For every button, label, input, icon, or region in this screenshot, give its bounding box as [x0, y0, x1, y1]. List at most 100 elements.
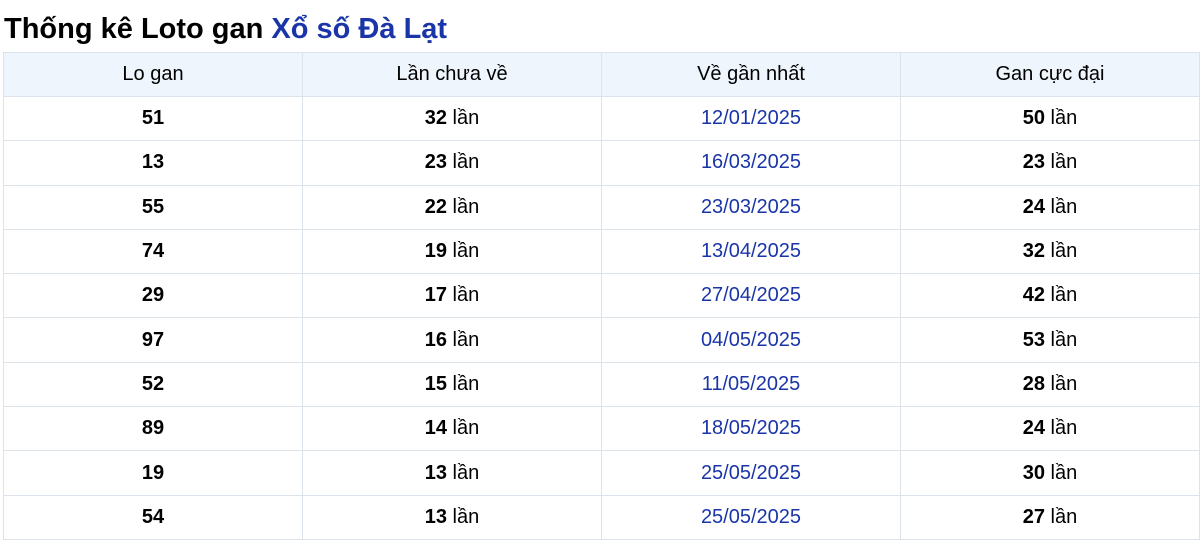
lan-chua-ve-count: 15	[424, 372, 447, 395]
unit-label: lần	[1050, 107, 1078, 130]
gan-cuc-dai-count: 50	[1022, 107, 1045, 130]
table-row: 55 22 lần 23/03/2025 24 lần	[3, 184, 1200, 230]
gan-cuc-dai-count: 27	[1022, 505, 1045, 528]
cell-lo-gan: 51	[3, 95, 303, 142]
lan-chua-ve-count: 19	[424, 240, 447, 263]
table-row: 89 14 lần 18/05/2025 24 lần	[3, 406, 1200, 452]
cell-lo-gan: 55	[3, 184, 303, 230]
cell-gan-cuc-dai: 28 lần	[900, 361, 1200, 408]
cell-lo-gan: 74	[3, 228, 303, 275]
cell-ve-gan-nhat-link[interactable]: 25/05/2025	[601, 494, 901, 540]
lan-chua-ve-count: 13	[424, 461, 447, 484]
cell-ve-gan-nhat-link[interactable]: 27/04/2025	[601, 273, 901, 319]
cell-ve-gan-nhat-link[interactable]: 18/05/2025	[601, 406, 901, 452]
table-header-row: Lo gan Lần chưa về Về gần nhất Gan cực đ…	[3, 52, 1200, 97]
cell-gan-cuc-dai: 23 lần	[900, 140, 1200, 186]
unit-label: lần	[452, 372, 480, 395]
lan-chua-ve-count: 23	[424, 151, 447, 174]
gan-cuc-dai-count: 53	[1022, 328, 1045, 351]
cell-lan-chua-ve: 13 lần	[302, 450, 602, 496]
cell-lan-chua-ve: 15 lần	[302, 361, 602, 408]
cell-ve-gan-nhat-link[interactable]: 12/01/2025	[601, 95, 901, 142]
page-title: Thống kê Loto gan Xổ số Đà Lạt	[0, 0, 1200, 52]
cell-lan-chua-ve: 16 lần	[302, 317, 602, 363]
cell-ve-gan-nhat-link[interactable]: 25/05/2025	[601, 450, 901, 496]
table-row: 52 15 lần 11/05/2025 28 lần	[3, 361, 1200, 408]
title-brand-link[interactable]: Xổ số Đà Lạt	[271, 13, 447, 45]
unit-label: lần	[452, 151, 480, 174]
cell-ve-gan-nhat-link[interactable]: 16/03/2025	[601, 140, 901, 186]
cell-ve-gan-nhat-link[interactable]: 23/03/2025	[601, 184, 901, 230]
gan-cuc-dai-count: 28	[1022, 372, 1045, 395]
cell-gan-cuc-dai: 24 lần	[900, 184, 1200, 230]
cell-lo-gan: 89	[3, 406, 303, 452]
cell-gan-cuc-dai: 53 lần	[900, 317, 1200, 363]
cell-lo-gan: 52	[3, 361, 303, 408]
title-main: Thống kê Loto gan	[4, 13, 264, 45]
table-row: 51 32 lần 12/01/2025 50 lần	[3, 95, 1200, 142]
unit-label: lần	[1050, 240, 1078, 263]
lan-chua-ve-count: 13	[424, 505, 447, 528]
unit-label: lần	[452, 240, 480, 263]
unit-label: lần	[1050, 461, 1078, 484]
cell-lo-gan: 54	[3, 494, 303, 540]
cell-lo-gan: 19	[3, 450, 303, 496]
gan-cuc-dai-count: 24	[1022, 417, 1045, 440]
unit-label: lần	[1050, 505, 1078, 528]
unit-label: lần	[452, 461, 480, 484]
unit-label: lần	[452, 417, 480, 440]
table-row: 54 13 lần 25/05/2025 27 lần	[3, 494, 1200, 540]
table-row: 74 19 lần 13/04/2025 32 lần	[3, 228, 1200, 275]
cell-gan-cuc-dai: 30 lần	[900, 450, 1200, 496]
table-row: 97 16 lần 04/05/2025 53 lần	[3, 317, 1200, 363]
cell-lo-gan: 97	[3, 317, 303, 363]
unit-label: lần	[452, 195, 480, 218]
cell-lo-gan: 13	[3, 140, 303, 186]
cell-lan-chua-ve: 17 lần	[302, 273, 602, 319]
cell-lan-chua-ve: 14 lần	[302, 406, 602, 452]
unit-label: lần	[1050, 417, 1078, 440]
lan-chua-ve-count: 14	[424, 417, 447, 440]
cell-lan-chua-ve: 13 lần	[302, 494, 602, 540]
unit-label: lần	[452, 505, 480, 528]
unit-label: lần	[452, 107, 480, 130]
unit-label: lần	[1050, 195, 1078, 218]
gan-cuc-dai-count: 24	[1022, 195, 1045, 218]
gan-cuc-dai-count: 32	[1022, 240, 1045, 263]
unit-label: lần	[1050, 372, 1078, 395]
unit-label: lần	[452, 328, 480, 351]
lan-chua-ve-count: 22	[424, 195, 447, 218]
table-row: 29 17 lần 27/04/2025 42 lần	[3, 273, 1200, 319]
table-row: 19 13 lần 25/05/2025 30 lần	[3, 450, 1200, 496]
unit-label: lần	[1050, 328, 1078, 351]
unit-label: lần	[452, 284, 480, 307]
table-row: 13 23 lần 16/03/2025 23 lần	[3, 140, 1200, 186]
cell-lan-chua-ve: 23 lần	[302, 140, 602, 186]
header-gan-cuc-dai: Gan cực đại	[900, 52, 1200, 97]
cell-gan-cuc-dai: 24 lần	[900, 406, 1200, 452]
header-lan-chua-ve: Lần chưa về	[302, 52, 602, 97]
loto-gan-table: Lo gan Lần chưa về Về gần nhất Gan cực đ…	[3, 52, 1200, 540]
lan-chua-ve-count: 17	[424, 284, 447, 307]
cell-gan-cuc-dai: 27 lần	[900, 494, 1200, 540]
cell-ve-gan-nhat-link[interactable]: 04/05/2025	[601, 317, 901, 363]
cell-gan-cuc-dai: 32 lần	[900, 228, 1200, 275]
header-ve-gan-nhat: Về gần nhất	[601, 52, 901, 97]
cell-lan-chua-ve: 32 lần	[302, 95, 602, 142]
cell-lan-chua-ve: 19 lần	[302, 228, 602, 275]
lan-chua-ve-count: 32	[424, 107, 447, 130]
unit-label: lần	[1050, 284, 1078, 307]
cell-lan-chua-ve: 22 lần	[302, 184, 602, 230]
gan-cuc-dai-count: 42	[1022, 284, 1045, 307]
table-body: 51 32 lần 12/01/2025 50 lần 13 23 lần 16/03/20…	[3, 95, 1200, 540]
lan-chua-ve-count: 16	[424, 328, 447, 351]
gan-cuc-dai-count: 30	[1022, 461, 1045, 484]
header-lo-gan: Lo gan	[3, 52, 303, 97]
cell-lo-gan: 29	[3, 273, 303, 319]
cell-ve-gan-nhat-link[interactable]: 13/04/2025	[601, 228, 901, 275]
unit-label: lần	[1050, 151, 1078, 174]
cell-gan-cuc-dai: 50 lần	[900, 95, 1200, 142]
gan-cuc-dai-count: 23	[1022, 151, 1045, 174]
cell-gan-cuc-dai: 42 lần	[900, 273, 1200, 319]
cell-ve-gan-nhat-link[interactable]: 11/05/2025	[601, 361, 901, 408]
